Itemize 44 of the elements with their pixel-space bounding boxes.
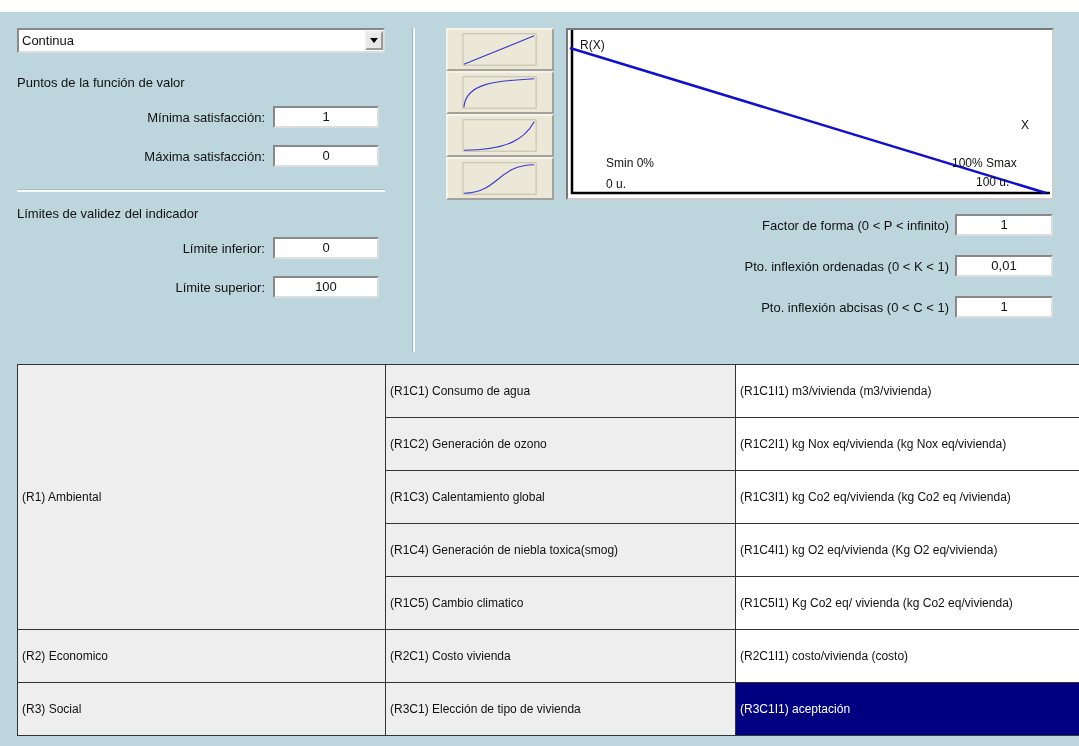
criterion-cell[interactable]: (R1C1) Consumo de agua xyxy=(385,364,736,418)
field-label: Máxima satisfacción: xyxy=(144,148,265,164)
section-title: Límites de validez del indicador xyxy=(17,206,200,221)
field-label: Pto. inflexión ordenadas (0 < K < 1) xyxy=(744,258,949,274)
input-field[interactable]: 1 xyxy=(955,296,1053,318)
input-field[interactable]: 100 xyxy=(273,276,379,298)
section-title: Puntos de la función de valor xyxy=(17,75,186,90)
indicator-cell[interactable]: (R2C1I1) costo/vivienda (costo) xyxy=(735,629,1079,683)
graph-label: 0 u. xyxy=(606,177,626,191)
indicator-cell[interactable]: (R1C1I1) m3/vivienda (m3/vivienda) xyxy=(735,364,1079,418)
group-cell[interactable]: (R2) Economico xyxy=(17,629,386,683)
field-label: Pto. inflexión abcisas (0 < C < 1) xyxy=(761,299,949,315)
input-field[interactable]: 0,01 xyxy=(955,255,1053,277)
indicator-cell[interactable]: (R1C2I1) kg Nox eq/vivienda (kg Nox eq/vivienda) xyxy=(735,417,1079,471)
indicator-cell[interactable]: (R1C5I1) Kg Co2 eq/ vivienda (kg Co2 eq/vivienda) xyxy=(735,576,1079,630)
input-field[interactable]: 0 xyxy=(273,237,379,259)
criterion-cell[interactable]: (R1C2) Generación de ozono xyxy=(385,417,736,471)
indicator-cell[interactable]: (R1C3I1) kg Co2 eq/vivienda (kg Co2 eq /vivienda) xyxy=(735,470,1079,524)
caret-icon xyxy=(365,31,383,50)
field-label: Factor de forma (0 < P < infinito) xyxy=(762,217,949,233)
curve-shape-button[interactable] xyxy=(446,114,554,157)
graph-label: 100% Smax xyxy=(952,156,1017,170)
field-label: Mínima satisfacción: xyxy=(147,109,265,125)
graph-label: Smin 0% xyxy=(606,156,655,170)
criterion-cell[interactable]: (R1C5) Cambio climatico xyxy=(385,576,736,630)
criterion-cell[interactable]: (R2C1) Costo vivienda xyxy=(385,629,736,683)
field-label: Límite superior: xyxy=(175,279,265,295)
indicator-cell[interactable]: (R3C1I1) aceptación xyxy=(735,682,1079,736)
curve-shape-button[interactable] xyxy=(446,28,554,71)
input-field[interactable]: 1 xyxy=(955,214,1053,236)
axis-label: R(X) xyxy=(580,38,605,52)
criterion-cell[interactable]: (R1C4) Generación de niebla toxica(smog) xyxy=(385,523,736,577)
input-field[interactable]: 0 xyxy=(273,145,379,167)
curve-shape-button[interactable] xyxy=(446,157,554,200)
axis-label: X xyxy=(1021,118,1029,132)
input-field[interactable]: 1 xyxy=(273,106,379,128)
criterion-cell[interactable]: (R3C1) Elección de tipo de vivienda xyxy=(385,682,736,736)
group-cell[interactable]: (R3) Social xyxy=(17,682,386,736)
criterion-cell[interactable]: (R1C3) Calentamiento global xyxy=(385,470,736,524)
function-type-dropdown[interactable]: Continua xyxy=(17,28,385,53)
indicator-cell[interactable]: (R1C4I1) kg O2 eq/vivienda (Kg O2 eq/vivienda) xyxy=(735,523,1079,577)
group-cell[interactable]: (R1) Ambiental xyxy=(17,364,386,630)
curve-shape-button[interactable] xyxy=(446,71,554,114)
field-label: Límite inferior: xyxy=(182,240,265,256)
